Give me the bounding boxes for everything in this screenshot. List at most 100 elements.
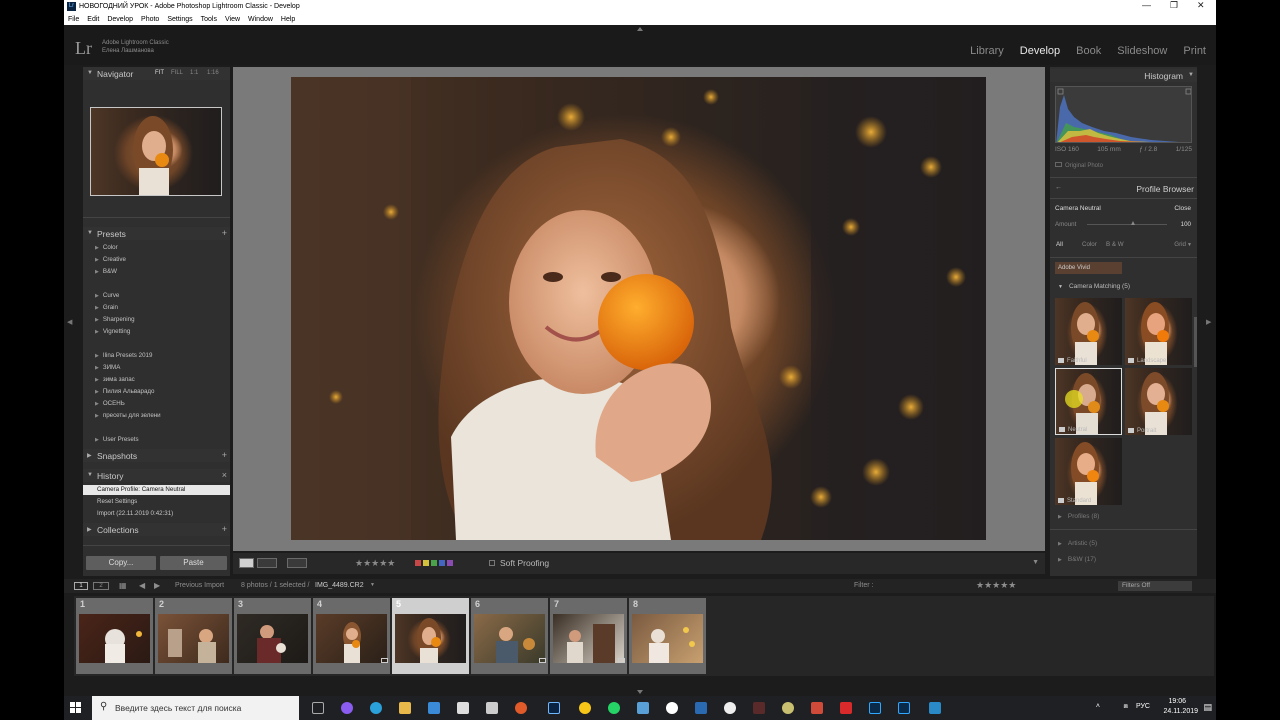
preset-folder[interactable]: ▶ Sharpening (95, 316, 135, 323)
chevron-down-icon[interactable]: ▼ (1187, 242, 1192, 248)
filmstrip-frame-selected[interactable]: 5 (392, 598, 469, 674)
secondary-window-icon[interactable]: 2 (93, 582, 109, 590)
preset-folder[interactable]: ▶ User Presets (95, 436, 139, 443)
menu-tools[interactable]: Tools (201, 16, 217, 23)
add-preset-icon[interactable]: + (222, 228, 227, 238)
back-arrow-icon[interactable]: ← (1055, 184, 1062, 191)
app-icon[interactable] (753, 702, 765, 714)
add-snapshot-icon[interactable]: + (222, 450, 227, 460)
app-icon[interactable] (341, 702, 353, 714)
app-icon[interactable] (811, 702, 823, 714)
file-explorer-icon[interactable] (399, 702, 411, 714)
yandex-browser-icon[interactable] (666, 702, 678, 714)
profile-thumb-neutral[interactable]: Neutral (1055, 368, 1122, 435)
top-panel-toggle-icon[interactable] (637, 27, 643, 31)
profile-group-bw[interactable]: ▶ B&W (17) (1058, 556, 1096, 563)
camera-matching-group[interactable]: ▼ Camera Matching (5) (1058, 283, 1130, 290)
right-panel-scrollbar[interactable] (1194, 317, 1197, 367)
navigator-header[interactable]: ▼ Navigator FIT FILL 1:1 1:16 (83, 67, 230, 80)
filmstrip-source[interactable]: Previous Import (175, 582, 224, 589)
menu-file[interactable]: File (68, 16, 79, 23)
back-icon[interactable]: ◀ (139, 581, 145, 590)
menu-settings[interactable]: Settings (167, 16, 192, 23)
module-library[interactable]: Library (970, 45, 1004, 57)
color-label-blue[interactable] (439, 560, 445, 566)
profile-thumb-landscape[interactable]: Landscape (1125, 298, 1192, 365)
filmstrip-frame[interactable]: 3 (234, 598, 311, 674)
preset-folder[interactable]: ▶ пресеты для зелени (95, 412, 161, 419)
chevron-down-icon[interactable]: ▼ (370, 582, 375, 588)
preset-folder[interactable]: ▶ Color (95, 244, 118, 251)
filter-tab-all[interactable]: All (1056, 241, 1063, 248)
clear-history-icon[interactable]: × (222, 470, 227, 480)
preset-folder[interactable]: ▶ Ilina Presets 2019 (95, 352, 152, 359)
app-icon[interactable] (840, 702, 852, 714)
close-profile-browser-button[interactable]: Close (1174, 205, 1191, 212)
maximize-button[interactable]: ❐ (1170, 0, 1178, 11)
filter-tab-color[interactable]: Color (1082, 241, 1097, 248)
windows-start-icon[interactable] (70, 702, 82, 714)
network-icon[interactable]: ⧈ (1124, 703, 1128, 711)
menu-help[interactable]: Help (281, 16, 295, 23)
calendar-icon[interactable] (486, 702, 498, 714)
preset-folder[interactable]: ▶ Grain (95, 304, 118, 311)
taskbar-date[interactable]: 24.11.2019 (1163, 708, 1198, 715)
profile-group-artistic[interactable]: ▶ Artistic (5) (1058, 540, 1097, 547)
color-label-red[interactable] (415, 560, 421, 566)
photoshop-icon[interactable] (898, 702, 910, 714)
before-after-icon[interactable] (257, 558, 277, 568)
filmstrip-frame[interactable]: 1 (76, 598, 153, 674)
preset-folder[interactable]: ▶ Creative (95, 256, 126, 263)
app-icon[interactable] (637, 702, 649, 714)
amount-value[interactable]: 100 (1181, 221, 1191, 228)
preset-folder[interactable]: ▶ B&W (95, 268, 117, 275)
app-icon[interactable] (428, 702, 440, 714)
left-panel-toggle-icon[interactable]: ◀ (67, 318, 72, 326)
profile-thumb-portrait[interactable]: Portrait (1125, 368, 1192, 435)
filters-dropdown[interactable]: Filters Off (1118, 581, 1192, 591)
add-collection-icon[interactable]: + (222, 524, 227, 534)
amount-slider-track[interactable] (1087, 224, 1167, 225)
histogram-graph[interactable] (1055, 86, 1192, 143)
filter-rating-stars[interactable]: ★★★★★ (976, 580, 1016, 591)
zoom-fit[interactable]: FIT (155, 70, 164, 76)
module-print[interactable]: Print (1183, 45, 1206, 57)
zoom-1-16[interactable]: 1:16 (207, 70, 219, 76)
filmstrip-filename[interactable]: IMG_4489.CR2 (315, 582, 364, 589)
profile-group-profiles[interactable]: ▶ Profiles (8) (1058, 513, 1099, 520)
minimize-button[interactable]: — (1142, 0, 1151, 10)
view-mode-dropdown[interactable]: Grid (1174, 241, 1186, 248)
app-icon[interactable] (724, 702, 736, 714)
history-item-selected[interactable]: Camera Profile: Camera Neutral (83, 485, 230, 495)
color-label-purple[interactable] (447, 560, 453, 566)
right-panel-toggle-icon[interactable]: ▶ (1206, 318, 1211, 326)
filmstrip-frame[interactable]: 6 (471, 598, 548, 674)
grid-view-icon[interactable]: ▦ (119, 581, 127, 590)
preset-folder[interactable]: ▶ Пилия Альварадо (95, 388, 154, 395)
before-after-toggle-icon[interactable] (287, 558, 307, 568)
zoom-1-1[interactable]: 1:1 (190, 70, 198, 76)
module-develop[interactable]: Develop (1020, 45, 1060, 57)
menu-view[interactable]: View (225, 16, 240, 23)
taskbar-time[interactable]: 19:06 (1168, 698, 1186, 705)
module-book[interactable]: Book (1076, 45, 1101, 57)
primary-window-icon[interactable]: 1 (74, 582, 88, 590)
filmstrip-toggle-icon[interactable] (637, 690, 643, 694)
histogram-header[interactable]: Histogram ▼ (1050, 69, 1197, 82)
amount-slider-thumb[interactable] (1131, 221, 1135, 225)
keyboard-language[interactable]: РУС (1136, 703, 1150, 710)
preset-folder[interactable]: ▶ ОСЕНЬ (95, 400, 125, 407)
module-slideshow[interactable]: Slideshow (1117, 45, 1167, 57)
history-header[interactable]: ▼ History × (83, 469, 230, 482)
menu-edit[interactable]: Edit (87, 16, 99, 23)
color-label-yellow[interactable] (423, 560, 429, 566)
presets-header[interactable]: ▼ Presets + (83, 227, 230, 240)
forward-icon[interactable]: ▶ (154, 581, 160, 590)
zoom-fill[interactable]: FILL (171, 70, 183, 76)
soft-proofing-checkbox[interactable] (489, 560, 495, 566)
history-item[interactable]: Reset Settings (97, 498, 137, 505)
task-view-icon[interactable] (312, 702, 324, 714)
original-photo-toggle[interactable]: Original Photo (1055, 162, 1103, 169)
original-photo-checkbox[interactable] (1055, 162, 1062, 167)
menu-photo[interactable]: Photo (141, 16, 159, 23)
